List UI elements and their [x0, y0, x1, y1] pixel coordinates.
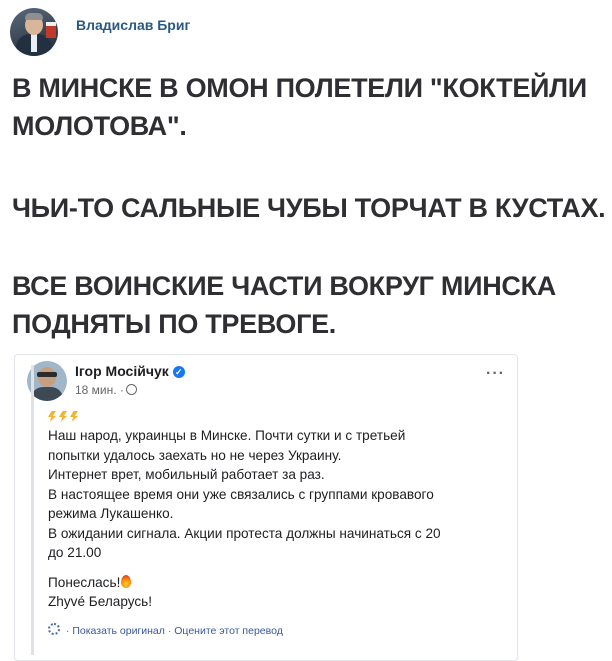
embed-text-line: до 21.00	[48, 545, 102, 560]
headline-line-2: МОЛОТОВА".	[12, 111, 187, 141]
lightning-icon	[70, 411, 78, 422]
lightning-icon	[48, 411, 56, 422]
headline-line-4: ВСЕ ВОИНСКИЕ ЧАСТИ ВОКРУГ МИНСКА	[12, 271, 556, 301]
fire-emoji-icon	[121, 574, 132, 588]
separator: ·	[164, 625, 175, 637]
embed-closing-line-1: Понеслась!	[48, 573, 518, 593]
headline-line-5: ПОДНЯТЫ ПО ТРЕВОГЕ.	[12, 309, 336, 339]
headline-line-1: В МИНСКЕ В ОМОН ПОЛЕТЕЛИ "КОКТЕЙЛИ	[12, 73, 587, 103]
embed-post-text: Наш народ, украинцы в Минске. Почти сутк…	[48, 426, 518, 612]
embed-quote: Наш народ, украинцы в Минске. Почти сутк…	[31, 365, 520, 655]
rate-translation-link[interactable]: Оцените этот перевод	[174, 625, 283, 637]
show-original-link[interactable]: Показать оригинал	[72, 625, 165, 637]
closing-text: Понеслась!	[48, 574, 121, 590]
embed-text-line: Интернет врет, мобильный работает за раз…	[48, 467, 325, 482]
headline-line-3: ЧЬИ-ТО САЛЬНЫЕ ЧУБЫ ТОРЧАТ В КУСТАХ.	[12, 193, 606, 223]
embed-text-line: В ожидании сигнала. Акции протеста должн…	[48, 525, 441, 541]
embed-text-line: В настоящее время они уже связались с гр…	[48, 486, 434, 502]
lightning-icon	[59, 411, 67, 422]
translation-bar: · Показать оригинал · Оцените этот перев…	[48, 623, 283, 637]
separator: ·	[63, 625, 73, 637]
embed-text-line: Наш народ, украинцы в Минске. Почти сутк…	[48, 428, 406, 443]
author-avatar[interactable]	[10, 8, 58, 56]
embed-text-line: режима Лукашенко.	[48, 506, 174, 521]
post-header: Владислав Бриг	[10, 8, 190, 56]
translate-icon	[48, 623, 60, 635]
embed-text-line: попытки удалось заехать но не через Укра…	[48, 447, 342, 463]
embed-closing-line-2: Zhyvé Беларусь!	[48, 594, 153, 609]
embedded-screenshot[interactable]: Ігор Мосійчук ✓ 18 мин. · ··· Наш народ, …	[14, 354, 518, 661]
lightning-icons	[48, 411, 81, 422]
author-name-link[interactable]: Владислав Бриг	[76, 17, 190, 33]
